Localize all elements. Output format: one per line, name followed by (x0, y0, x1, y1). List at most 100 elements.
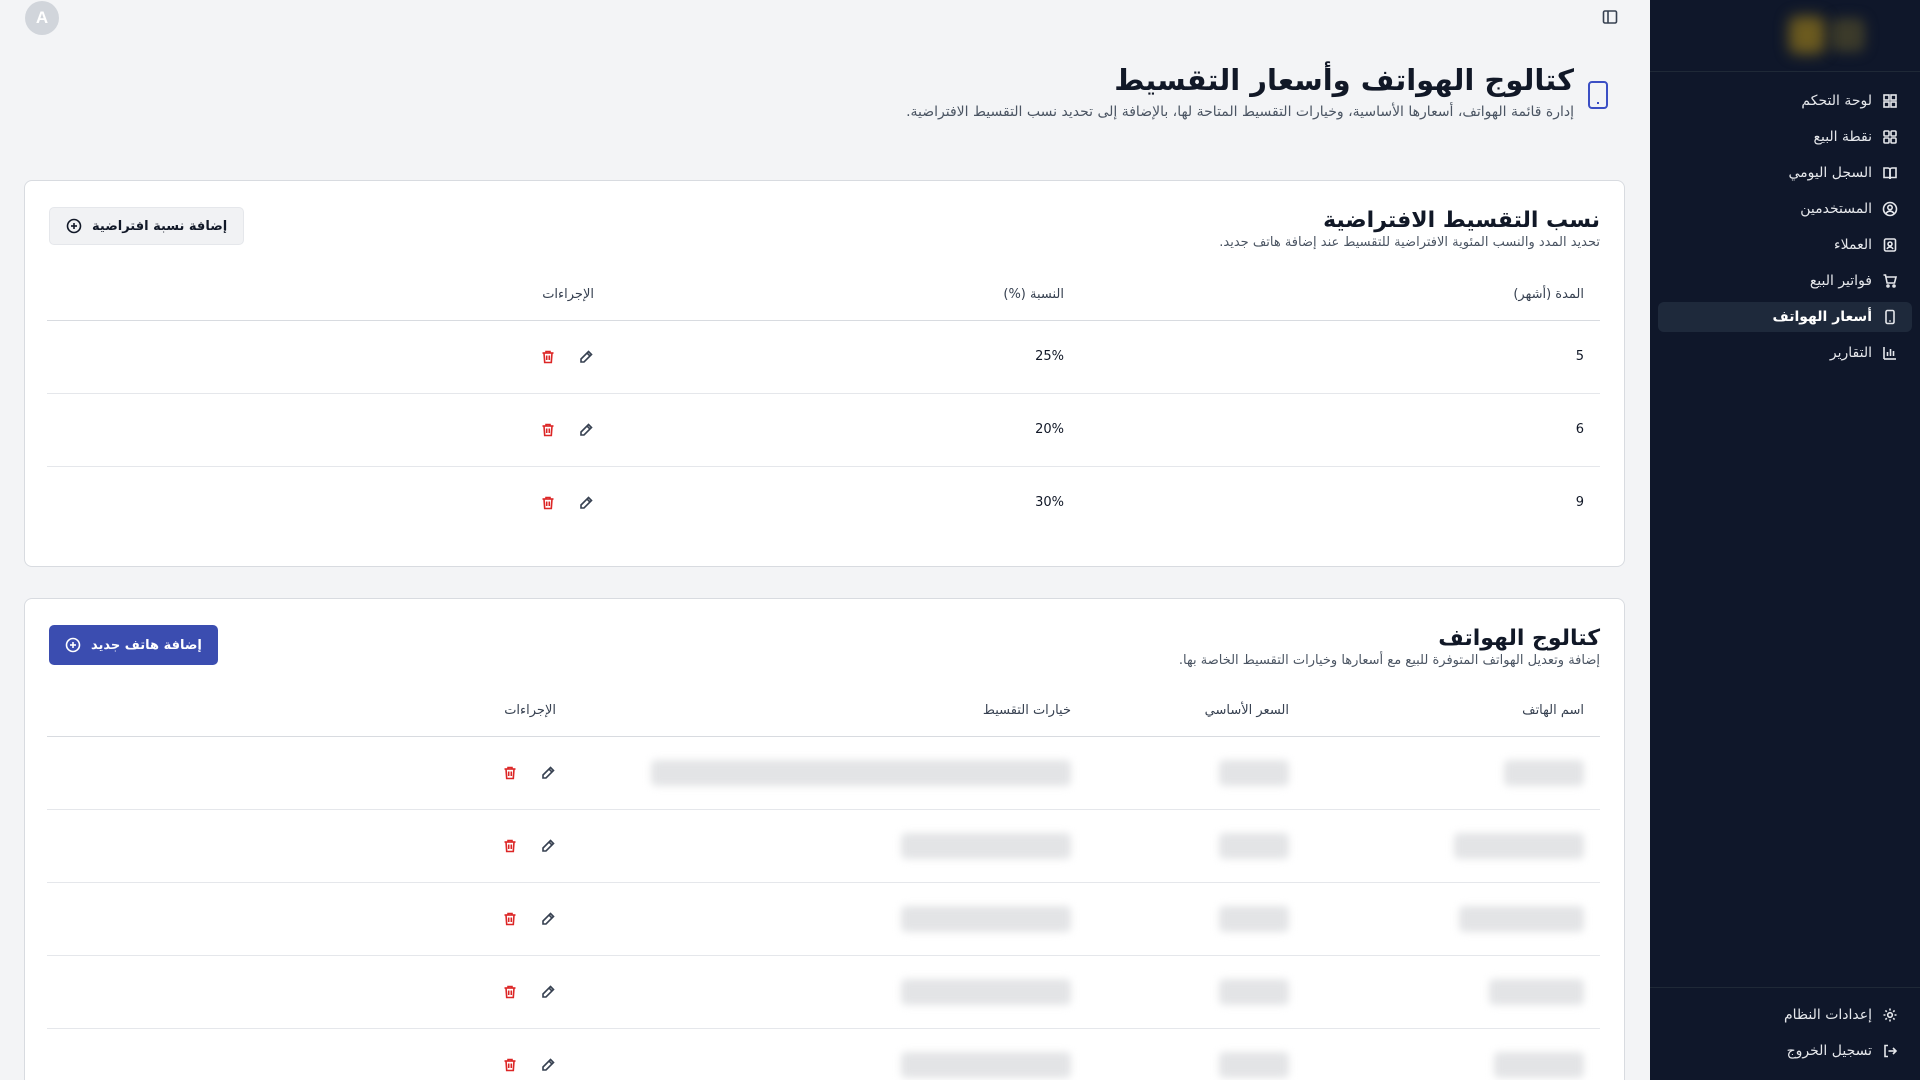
sidebar-item-gear[interactable]: إعدادات النظام (1658, 1000, 1912, 1030)
actions-cell (47, 955, 572, 1029)
sidebar-item-logout[interactable]: تسجيل الخروج (1658, 1036, 1912, 1066)
page-title: كتالوج الهواتف وأسعار التقسيط (1114, 63, 1574, 97)
base-price-cell (1087, 1028, 1305, 1080)
page-subtitle: إدارة قائمة الهواتف، أسعارها الأساسية، و… (906, 104, 1574, 120)
edit-icon[interactable] (540, 984, 556, 1000)
sidebar-item-label: التقارير (1829, 345, 1872, 361)
sidebar-item-label: تسجيل الخروج (1786, 1043, 1872, 1059)
bar-chart-icon (1883, 347, 1896, 360)
trash-icon[interactable] (502, 1057, 518, 1073)
trash-icon[interactable] (502, 765, 518, 781)
sidebar-item-label: فواتير البيع (1809, 273, 1872, 289)
user-circle-icon (1882, 201, 1898, 217)
edit-icon[interactable] (540, 765, 556, 781)
sidebar-item-phone[interactable]: أسعار الهواتف (1658, 302, 1912, 332)
book-icon (1883, 167, 1897, 180)
actions-cell (47, 393, 610, 467)
sidebar-item-dashboard[interactable]: لوحة التحكم (1658, 86, 1912, 116)
trash-icon[interactable] (540, 349, 556, 365)
sidebar-item-grid[interactable]: نقطة البيع (1658, 122, 1912, 152)
installment-options-cell (572, 809, 1087, 883)
sidebar: لوحة التحكم نقطة البيع السجل اليومي المستخد… (1650, 0, 1920, 1080)
trash-icon[interactable] (502, 911, 518, 927)
add-phone-label: إضافة هاتف جديد (91, 637, 202, 653)
installment-options-cell (572, 736, 1087, 810)
edit-icon[interactable] (540, 1057, 556, 1073)
catalog-subtitle: إضافة وتعديل الهواتف المتوفرة للبيع مع أ… (1178, 653, 1600, 668)
col-installment-options: خيارات التقسيط (572, 686, 1087, 737)
sidebar-item-label: لوحة التحكم (1801, 93, 1872, 109)
table-row: 6 20% (47, 393, 1600, 467)
phone-name-cell (1305, 955, 1600, 1029)
sidebar-logo (1650, 0, 1920, 72)
phone-name-cell (1305, 882, 1600, 956)
sidebar-toggle-icon[interactable] (1602, 9, 1618, 25)
plus-circle-icon (66, 218, 82, 234)
default-rates-card: نسب التقسيط الافتراضية تحديد المدد والنس… (24, 180, 1625, 567)
sidebar-item-book[interactable]: السجل اليومي (1658, 158, 1912, 188)
trash-icon[interactable] (502, 838, 518, 854)
col-actions: الإجراءات (47, 686, 572, 737)
add-default-rate-button[interactable]: إضافة نسبة افتراضية (49, 207, 245, 245)
sidebar-item-label: المستخدمين (1800, 201, 1872, 217)
table-row (47, 809, 1600, 883)
sidebar-item-cart[interactable]: فواتير البيع (1658, 266, 1912, 296)
col-rate: النسبة (%) (610, 270, 1080, 321)
installment-options-cell (572, 882, 1087, 956)
base-price-cell (1087, 809, 1305, 883)
col-base-price: السعر الأساسي (1087, 686, 1305, 737)
table-header-row: اسم الهاتف السعر الأساسي خيارات التقسيط … (47, 686, 1600, 737)
trash-icon[interactable] (540, 495, 556, 511)
sidebar-item-contact[interactable]: العملاء (1658, 230, 1912, 260)
phone-icon (1885, 309, 1895, 325)
months-cell: 5 (1080, 320, 1600, 394)
table-row (47, 1028, 1600, 1080)
sidebar-item-label: إعدادات النظام (1783, 1007, 1872, 1023)
edit-icon[interactable] (540, 911, 556, 927)
actions-cell (47, 809, 572, 883)
installment-options-cell (572, 1028, 1087, 1080)
actions-cell (47, 466, 610, 539)
actions-cell (47, 736, 572, 810)
trash-icon[interactable] (502, 984, 518, 1000)
base-price-cell (1087, 882, 1305, 956)
rate-cell: 25% (610, 320, 1080, 394)
actions-cell (47, 882, 572, 956)
table-row (47, 882, 1600, 956)
phone-catalog-table: اسم الهاتف السعر الأساسي خيارات التقسيط … (47, 686, 1600, 1080)
sidebar-bottom: إعدادات النظام تسجيل الخروج (1650, 987, 1920, 1080)
rate-cell: 30% (1035, 495, 1064, 511)
add-default-rate-label: إضافة نسبة افتراضية (92, 218, 228, 234)
default-rates-table: المدة (أشهر) النسبة (%) الإجراءات 5 25% 6 2… (47, 270, 1600, 539)
sidebar-item-bar-chart[interactable]: التقارير (1658, 338, 1912, 368)
cart-icon (1883, 274, 1898, 288)
phone-name-cell (1305, 736, 1600, 810)
phone-catalog-card: كتالوج الهواتف إضافة وتعديل الهواتف المت… (24, 598, 1625, 1080)
plus-circle-icon (65, 637, 81, 653)
trash-icon[interactable] (540, 422, 556, 438)
base-price-cell (1087, 736, 1305, 810)
sidebar-nav: لوحة التحكم نقطة البيع السجل اليومي المستخد… (1650, 72, 1920, 368)
edit-icon[interactable] (578, 422, 594, 438)
table-row (47, 736, 1600, 810)
edit-icon[interactable] (540, 838, 556, 854)
avatar[interactable]: A (25, 1, 59, 35)
page-header: كتالوج الهواتف وأسعار التقسيط إدارة قائم… (906, 60, 1610, 120)
edit-icon[interactable] (578, 495, 594, 511)
sidebar-item-label: نقطة البيع (1813, 129, 1872, 145)
edit-icon[interactable] (578, 349, 594, 365)
sidebar-item-label: العملاء (1834, 237, 1872, 253)
months-cell: 9 (1575, 495, 1584, 511)
phone-name-cell (1305, 809, 1600, 883)
months-cell: 6 (1080, 393, 1600, 467)
sidebar-item-label: السجل اليومي (1788, 165, 1872, 181)
default-rates-title: نسب التقسيط الافتراضية (1323, 208, 1600, 233)
rate-cell: 20% (610, 393, 1080, 467)
sidebar-item-user-circle[interactable]: المستخدمين (1658, 194, 1912, 224)
add-phone-button[interactable]: إضافة هاتف جديد (49, 625, 218, 665)
base-price-cell (1087, 955, 1305, 1029)
phone-icon (1586, 80, 1610, 110)
col-actions: الإجراءات (47, 270, 610, 321)
actions-cell (47, 320, 610, 394)
table-row: 9 30% (47, 466, 1600, 539)
